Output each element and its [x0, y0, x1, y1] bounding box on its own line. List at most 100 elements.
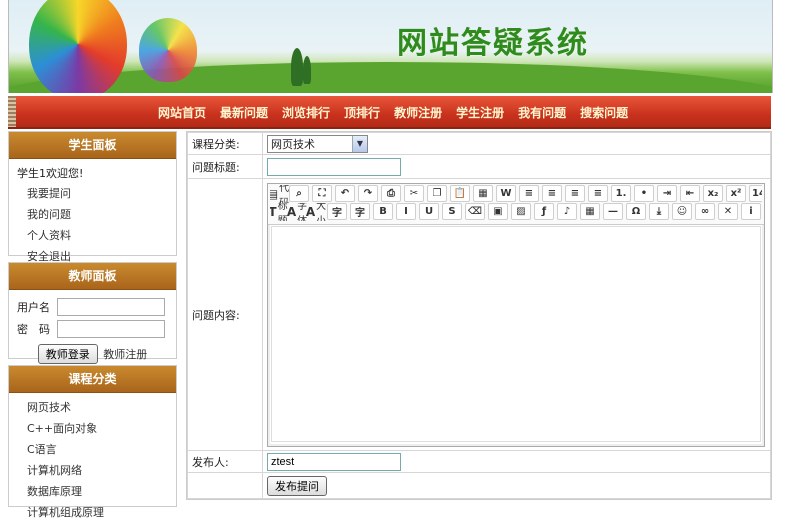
teacher-register-link[interactable]: 教师注册	[101, 348, 147, 361]
username-label: 用户名	[17, 301, 50, 314]
welcome-text: 学生1欢迎您!	[17, 167, 84, 180]
editor-toolbar-row: ▤代码⌕⛶↶↷⎙✂❐📋▦W≡≡≡≡1.•⇥⇤x₂x²14◷	[270, 185, 762, 203]
site-title: 网站答疑系统	[397, 26, 589, 61]
password-input[interactable]	[57, 320, 165, 338]
justify-icon[interactable]: ≡	[588, 185, 608, 202]
category-select-value: 网页技术	[271, 137, 315, 151]
student-panel-title: 学生面板	[9, 132, 176, 159]
strike-icon[interactable]: S	[442, 203, 462, 220]
header-banner: 网站答疑系统	[8, 0, 773, 93]
category-item[interactable]: 数据库原理	[15, 481, 170, 502]
text-color-icon[interactable]: 字	[327, 203, 347, 220]
fullscreen-icon[interactable]: ⛶	[312, 185, 332, 202]
nav-home[interactable]: 网站首页	[158, 104, 206, 121]
superscript-icon[interactable]: x²	[726, 185, 746, 202]
category-label: 课程分类:	[187, 132, 263, 155]
question-form: 课程分类: 网页技术 ▼ 问题标题: 问题内容: ▤代码⌕⛶↶↷⎙✂❐📋▦W≡≡…	[186, 131, 772, 500]
title-label: 问题标题:	[187, 154, 263, 179]
subscript-icon[interactable]: x₂	[703, 185, 723, 202]
paste-text-icon[interactable]: ▦	[473, 185, 493, 202]
category-item[interactable]: C语言	[15, 439, 170, 460]
category-item[interactable]: 网页技术	[15, 397, 170, 418]
tree-icon	[303, 56, 311, 84]
outdent-icon[interactable]: ⇤	[680, 185, 700, 202]
editor-content-area[interactable]	[271, 225, 761, 442]
align-right-icon[interactable]: ≡	[565, 185, 585, 202]
tree-icon	[291, 48, 303, 86]
teacher-panel-title: 教师面板	[9, 263, 176, 290]
student-link-ask[interactable]: 我要提问	[15, 183, 170, 204]
category-item[interactable]: 计算机网络	[15, 460, 170, 481]
redo-icon[interactable]: ↷	[358, 185, 378, 202]
bg-color-icon[interactable]: 字	[350, 203, 370, 220]
special-char-icon[interactable]: Ω	[626, 203, 646, 220]
table-icon[interactable]: ▦	[580, 203, 600, 220]
select-all-icon[interactable]: ▣	[488, 203, 508, 220]
zoom-icon[interactable]: ⌕	[289, 185, 309, 202]
nav-student-register[interactable]: 学生注册	[456, 104, 504, 121]
date-icon[interactable]: 14	[749, 185, 762, 202]
category-item[interactable]: C++面向对象	[15, 418, 170, 439]
category-panel: 课程分类 网页技术 C++面向对象 C语言 计算机网络 数据库原理 计算机组成原…	[8, 365, 177, 519]
category-item[interactable]: 计算机组成原理	[15, 502, 170, 523]
editor-toolbar: ▤代码⌕⛶↶↷⎙✂❐📋▦W≡≡≡≡1.•⇥⇤x₂x²14◷ T标题A字体A大小字…	[268, 183, 764, 225]
sidebar: 学生面板 学生1欢迎您! 我要提问 我的问题 个人资料 安全退出 教师面板 用户…	[8, 131, 177, 519]
rich-text-editor: ▤代码⌕⛶↶↷⎙✂❐📋▦W≡≡≡≡1.•⇥⇤x₂x²14◷ T标题A字体A大小字…	[267, 182, 765, 447]
bold-icon[interactable]: B	[373, 203, 393, 220]
student-link-profile[interactable]: 个人资料	[15, 225, 170, 246]
nav-decoration	[8, 96, 16, 127]
hr-icon[interactable]: —	[603, 203, 623, 220]
unlink-icon[interactable]: ✕	[718, 203, 738, 220]
copy-icon[interactable]: ❐	[427, 185, 447, 202]
media-icon[interactable]: ♪	[557, 203, 577, 220]
link-icon[interactable]: ∞	[695, 203, 715, 220]
nav-browse-ranking[interactable]: 浏览排行	[282, 104, 330, 121]
password-label: 密 码	[17, 323, 50, 336]
editor-toolbar-row: T标题A字体A大小字字BIUS⌫▣▨ƒ♪▦—Ω⤓☺∞✕i	[270, 203, 762, 221]
paste-icon[interactable]: 📋	[450, 185, 470, 202]
flash-icon[interactable]: ƒ	[534, 203, 554, 220]
hot-air-balloon-icon	[29, 0, 127, 93]
teacher-login-button[interactable]: 教师登录	[37, 344, 98, 364]
font-icon[interactable]: A字体	[287, 203, 307, 221]
title-input[interactable]	[267, 157, 401, 176]
category-panel-title: 课程分类	[9, 366, 176, 393]
align-center-icon[interactable]: ≡	[542, 185, 562, 202]
clear-format-icon[interactable]: ⌫	[465, 203, 485, 220]
nav-ask-question[interactable]: 我有问题	[518, 104, 566, 121]
font-size-icon[interactable]: A大小	[306, 203, 326, 221]
undo-icon[interactable]: ↶	[335, 185, 355, 202]
image-icon[interactable]: ▨	[511, 203, 531, 220]
poster-input[interactable]	[267, 452, 401, 471]
align-left-icon[interactable]: ≡	[519, 185, 539, 202]
about-icon[interactable]: i	[741, 203, 761, 220]
main-nav: 网站首页 最新问题 浏览排行 顶排行 教师注册 学生注册 我有问题 搜索问题	[8, 96, 771, 129]
italic-icon[interactable]: I	[396, 203, 416, 220]
teacher-panel: 教师面板 用户名 密 码 教师登录 教师注册	[8, 262, 177, 364]
cut-icon[interactable]: ✂	[404, 185, 424, 202]
nav-search[interactable]: 搜索问题	[580, 104, 628, 121]
student-link-my-questions[interactable]: 我的问题	[15, 204, 170, 225]
student-panel: 学生面板 学生1欢迎您! 我要提问 我的问题 个人资料 安全退出	[8, 131, 177, 263]
paste-word-icon[interactable]: W	[496, 185, 516, 202]
page-break-icon[interactable]: ⤓	[649, 203, 669, 220]
code-icon[interactable]: ▤代码	[270, 185, 289, 203]
nav-teacher-register[interactable]: 教师注册	[394, 104, 442, 121]
underline-icon[interactable]: U	[419, 203, 439, 220]
poster-label: 发布人:	[187, 450, 263, 473]
emoticon-icon[interactable]: ☺	[672, 203, 692, 220]
submit-question-button[interactable]: 发布提问	[267, 475, 327, 496]
unordered-list-icon[interactable]: •	[634, 185, 654, 202]
nav-top-ranking[interactable]: 顶排行	[344, 104, 380, 121]
empty-cell	[187, 472, 263, 499]
nav-latest[interactable]: 最新问题	[220, 104, 268, 121]
category-select[interactable]: 网页技术 ▼	[267, 134, 368, 153]
chevron-down-icon[interactable]: ▼	[352, 135, 367, 152]
title-icon[interactable]: T标题	[270, 203, 288, 221]
username-input[interactable]	[57, 298, 165, 316]
print-icon[interactable]: ⎙	[381, 185, 401, 202]
ordered-list-icon[interactable]: 1.	[611, 185, 631, 202]
hot-air-balloon-small-icon	[139, 18, 197, 82]
content-label: 问题内容:	[187, 178, 263, 451]
indent-icon[interactable]: ⇥	[657, 185, 677, 202]
